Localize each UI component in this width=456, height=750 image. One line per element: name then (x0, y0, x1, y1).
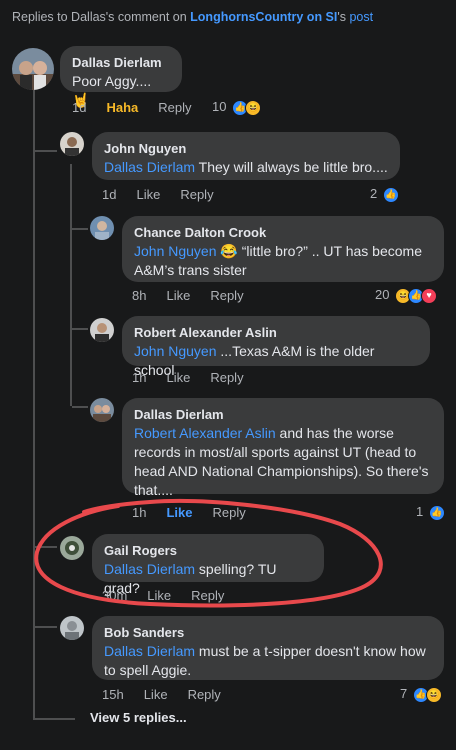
comment-text: They will always be little bro.... (195, 159, 388, 175)
post-link[interactable]: post (349, 10, 373, 24)
comment-actions: 8h Like Reply (132, 288, 264, 303)
comment-actions: 1h Like Reply (132, 370, 264, 385)
comment-time: 1d (102, 187, 117, 202)
reply-button[interactable]: Reply (188, 687, 221, 702)
comment-time: 1h (132, 370, 147, 385)
reaction-count: 1 (416, 504, 424, 519)
comment-bubble: Gail Rogers Dallas Dierlam spelling? TU … (92, 534, 324, 596)
page-link[interactable]: LonghornsCountry on SI (190, 10, 337, 24)
avatar[interactable] (90, 318, 114, 342)
comment-time: 1h (132, 505, 147, 520)
mention-link[interactable]: John Nguyen (134, 343, 217, 359)
comment-author[interactable]: Dallas Dierlam (72, 54, 170, 72)
reaction-count: 20 (375, 287, 390, 302)
comment-author[interactable]: Chance Dalton Crook (134, 224, 432, 242)
avatar[interactable] (60, 132, 84, 156)
reaction-summary[interactable]: 2 👍 (370, 186, 399, 203)
like-icon: 👍 (428, 504, 445, 521)
like-button[interactable]: Like (147, 588, 171, 603)
comment-time: 15h (102, 687, 124, 702)
like-button[interactable]: Like (166, 288, 190, 303)
haha-icon: 😆 (245, 99, 262, 116)
comment-actions: 1h Like Reply (132, 505, 266, 520)
thread-connector-7 (35, 718, 75, 720)
comment-time: 1d (72, 100, 87, 115)
thread-connector-6 (35, 626, 57, 628)
reply-button[interactable]: Reply (212, 505, 245, 520)
comment-author[interactable]: Robert Alexander Aslin (134, 324, 418, 342)
thread-connector-1 (35, 150, 57, 152)
avatar[interactable] (60, 536, 84, 560)
mention-link[interactable]: Robert Alexander Aslin (134, 425, 276, 441)
reaction-button[interactable]: Haha (106, 100, 138, 115)
reaction-summary[interactable]: 7 👍 😆 (400, 686, 442, 703)
reaction-count: 10 (212, 99, 227, 114)
comment-actions: 1d Like Reply (102, 187, 234, 202)
mention-link[interactable]: Dallas Dierlam (104, 643, 195, 659)
like-button[interactable]: Like (166, 505, 192, 520)
comment-author[interactable]: John Nguyen (104, 140, 388, 158)
mention-link[interactable]: Dallas Dierlam (104, 159, 195, 175)
comment-time: 8h (132, 288, 147, 303)
like-button[interactable]: Like (136, 187, 160, 202)
comment-author[interactable]: Dallas Dierlam (134, 406, 432, 424)
mention-link[interactable]: Dallas Dierlam (104, 561, 195, 577)
comment-author[interactable]: Bob Sanders (104, 624, 432, 642)
avatar[interactable] (12, 48, 54, 90)
reply-button[interactable]: Reply (210, 370, 243, 385)
thread-connector-3 (72, 328, 88, 330)
like-button[interactable]: Like (166, 370, 190, 385)
thread-connector-5 (35, 546, 57, 548)
reaction-summary[interactable]: 10 👍 😆 (212, 99, 262, 116)
thread-connector-2 (72, 228, 88, 230)
comment-actions: 15h Like Reply (102, 687, 241, 702)
thread-line-sub (70, 164, 72, 406)
comment-bubble: Robert Alexander Aslin John Nguyen ...Te… (122, 316, 430, 378)
reply-button[interactable]: Reply (191, 588, 224, 603)
avatar[interactable] (60, 616, 84, 640)
mention-link[interactable]: John Nguyen (134, 243, 217, 259)
avatar[interactable] (90, 398, 114, 422)
thread-connector-4 (72, 406, 88, 408)
love-icon: ♥ (421, 287, 438, 304)
reaction-count: 7 (400, 686, 408, 701)
comment-bubble: Bob Sanders Dallas Dierlam must be a t-s… (92, 616, 444, 680)
avatar[interactable] (90, 216, 114, 240)
like-button[interactable]: Like (144, 687, 168, 702)
comment-time: 30m (102, 588, 128, 603)
replies-header: Replies to Dallas's comment on Longhorns… (12, 10, 374, 24)
reply-button[interactable]: Reply (180, 187, 213, 202)
reply-button[interactable]: Reply (158, 100, 191, 115)
comment-actions: 30m Like Reply (102, 588, 244, 603)
haha-icon: 😆 (425, 686, 442, 703)
comment-actions: 1d Haha Reply (72, 100, 212, 115)
view-more-replies[interactable]: View 5 replies... (90, 710, 187, 725)
comment-bubble: Chance Dalton Crook John Nguyen 😂 “littl… (122, 216, 444, 282)
comment-bubble: Dallas Dierlam Poor Aggy.... 🤘 (60, 46, 182, 108)
like-icon: 👍 (382, 186, 399, 203)
comment-bubble: Dallas Dierlam Robert Alexander Aslin an… (122, 398, 444, 498)
comment-bubble: John Nguyen Dallas Dierlam They will alw… (92, 132, 400, 180)
reply-button[interactable]: Reply (210, 288, 243, 303)
reaction-summary[interactable]: 20 😆 👍 ♥ (375, 287, 438, 304)
reaction-summary[interactable]: 1 👍 (416, 504, 445, 521)
reaction-count: 2 (370, 186, 378, 201)
comment-author[interactable]: Gail Rogers (104, 542, 312, 560)
